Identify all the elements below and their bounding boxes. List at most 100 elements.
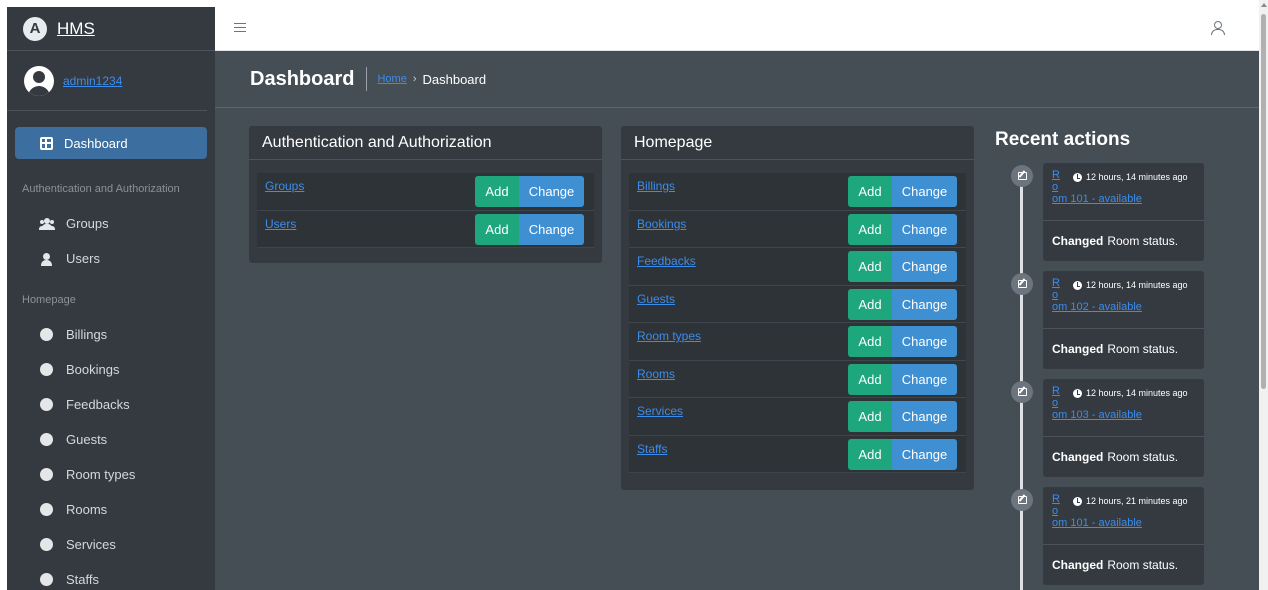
sidebar-item-label: Rooms xyxy=(66,502,108,517)
model-row-users: Users Add Change xyxy=(257,210,594,248)
recent-action-item: Ro om 101 - available 12 hours, 14 minute… xyxy=(1043,163,1204,261)
model-row-billings: Billings Add Change xyxy=(629,173,966,211)
user-panel: admin1234 xyxy=(7,51,207,111)
app-card-auth: Authentication and Authorization Groups … xyxy=(249,126,602,263)
change-guests-button[interactable]: Change xyxy=(892,288,957,320)
add-feedbacks-button[interactable]: Add xyxy=(848,251,892,282)
scroll-up-arrow-icon[interactable] xyxy=(1261,3,1267,7)
clock-icon xyxy=(1073,388,1082,398)
user-menu-icon[interactable] xyxy=(1211,21,1225,36)
sidebar-item-rooms[interactable]: Rooms xyxy=(7,492,215,527)
sidebar-item-billings[interactable]: Billings xyxy=(7,317,215,352)
sidebar-item-feedbacks[interactable]: Feedbacks xyxy=(7,387,215,422)
change-staffs-button[interactable]: Change xyxy=(892,438,957,470)
breadcrumb-current: Dashboard xyxy=(422,71,487,87)
model-row-guests: Guests Add Change xyxy=(629,285,966,323)
brand-logo-icon: A xyxy=(23,16,47,41)
add-room-types-button[interactable]: Add xyxy=(848,326,892,357)
brand-name[interactable]: HMS xyxy=(57,19,95,39)
model-row-feedbacks: Feedbacks Add Change xyxy=(629,248,966,286)
add-services-button[interactable]: Add xyxy=(848,401,892,432)
sidebar-item-bookings[interactable]: Bookings xyxy=(7,352,215,387)
model-link-groups[interactable]: Groups xyxy=(265,179,304,193)
sidebar-item-label: Services xyxy=(66,537,116,552)
sidebar-item-room-types[interactable]: Room types xyxy=(7,457,215,492)
recent-action-time: 12 hours, 14 minutes ago xyxy=(1073,172,1188,182)
change-groups-button[interactable]: Change xyxy=(519,176,584,207)
model-link-rooms[interactable]: Rooms xyxy=(637,367,675,381)
model-link-room-types[interactable]: Room types xyxy=(637,329,701,343)
recent-action-desc: Changed Room status. xyxy=(1052,450,1179,464)
user-name-link[interactable]: admin1234 xyxy=(63,74,122,88)
sidebar-item-dashboard[interactable]: Dashboard xyxy=(15,127,207,159)
model-link-users[interactable]: Users xyxy=(265,217,296,231)
change-room-types-button[interactable]: Change xyxy=(892,326,957,357)
add-staffs-button[interactable]: Add xyxy=(848,438,892,470)
sidebar-item-label: Feedbacks xyxy=(66,397,130,412)
clock-icon xyxy=(1073,172,1082,182)
sidebar-section-header: Homepage xyxy=(22,294,76,306)
recent-action-time: 12 hours, 14 minutes ago xyxy=(1073,388,1188,398)
edit-icon xyxy=(1011,273,1033,295)
app-card-title: Authentication and Authorization xyxy=(249,126,602,160)
change-bookings-button[interactable]: Change xyxy=(892,213,957,245)
recent-actions-title: Recent actions xyxy=(995,129,1131,150)
circle-icon xyxy=(40,433,53,446)
top-navbar xyxy=(215,7,1259,51)
circle-icon xyxy=(40,573,53,586)
add-groups-button[interactable]: Add xyxy=(475,176,519,207)
circle-icon xyxy=(40,328,53,341)
sidebar-item-groups[interactable]: Groups xyxy=(7,206,215,241)
circle-icon xyxy=(40,468,53,481)
model-link-staffs[interactable]: Staffs xyxy=(637,442,667,456)
recent-action-item: Ro om 102 - available 12 hours, 14 minute… xyxy=(1043,271,1204,369)
sidebar-item-label: Groups xyxy=(66,216,109,231)
change-users-button[interactable]: Change xyxy=(519,213,584,245)
sidebar-item-staffs[interactable]: Staffs xyxy=(7,562,215,590)
sidebar: A HMS admin1234 Dashboard Authentication… xyxy=(7,7,215,590)
model-row-rooms: Rooms Add Change xyxy=(629,360,966,398)
brand-link[interactable]: A HMS xyxy=(7,7,215,51)
change-rooms-button[interactable]: Change xyxy=(892,363,957,395)
breadcrumb-home-link[interactable]: Home xyxy=(377,73,406,85)
breadcrumb-separator: › xyxy=(412,73,417,85)
model-link-feedbacks[interactable]: Feedbacks xyxy=(637,254,696,268)
add-rooms-button[interactable]: Add xyxy=(848,363,892,395)
model-row-services: Services Add Change xyxy=(629,398,966,436)
scrollbar-thumb[interactable] xyxy=(1261,14,1266,389)
menu-toggle-icon[interactable] xyxy=(234,23,246,32)
clock-icon xyxy=(1073,280,1082,290)
user-avatar-icon xyxy=(24,65,54,96)
add-guests-button[interactable]: Add xyxy=(848,288,892,320)
add-users-button[interactable]: Add xyxy=(475,213,519,245)
model-link-billings[interactable]: Billings xyxy=(637,179,675,193)
add-billings-button[interactable]: Add xyxy=(848,176,892,207)
change-feedbacks-button[interactable]: Change xyxy=(892,251,957,282)
clock-icon xyxy=(1073,496,1082,506)
app-card-title: Homepage xyxy=(621,126,974,160)
circle-icon xyxy=(40,363,53,376)
model-row-room-types: Room types Add Change xyxy=(629,323,966,361)
sidebar-item-label: Room types xyxy=(66,467,136,482)
model-link-bookings[interactable]: Bookings xyxy=(637,217,686,231)
sidebar-item-label: Guests xyxy=(66,432,108,447)
dashboard-grid-icon xyxy=(40,136,53,150)
page-scrollbar[interactable] xyxy=(1259,0,1268,590)
edit-icon xyxy=(1011,381,1033,403)
model-link-services[interactable]: Services xyxy=(637,404,683,418)
sidebar-item-users[interactable]: Users xyxy=(7,241,215,276)
recent-action-desc: Changed Room status. xyxy=(1052,342,1179,356)
sidebar-item-services[interactable]: Services xyxy=(7,527,215,562)
model-link-guests[interactable]: Guests xyxy=(637,292,675,306)
sidebar-item-label: Staffs xyxy=(66,572,100,587)
recent-action-time: 12 hours, 14 minutes ago xyxy=(1073,280,1188,290)
recent-action-desc: Changed Room status. xyxy=(1052,558,1179,572)
change-services-button[interactable]: Change xyxy=(892,401,957,432)
change-billings-button[interactable]: Change xyxy=(892,176,957,207)
sidebar-item-guests[interactable]: Guests xyxy=(7,422,215,457)
app-card-homepage: Homepage Billings Add Change Bookings Ad… xyxy=(621,126,974,490)
recent-action-item: Ro om 101 - available 12 hours, 21 minute… xyxy=(1043,487,1204,585)
add-bookings-button[interactable]: Add xyxy=(848,213,892,245)
recent-action-item: Ro om 103 - available 12 hours, 14 minute… xyxy=(1043,379,1204,477)
circle-icon xyxy=(40,503,53,516)
